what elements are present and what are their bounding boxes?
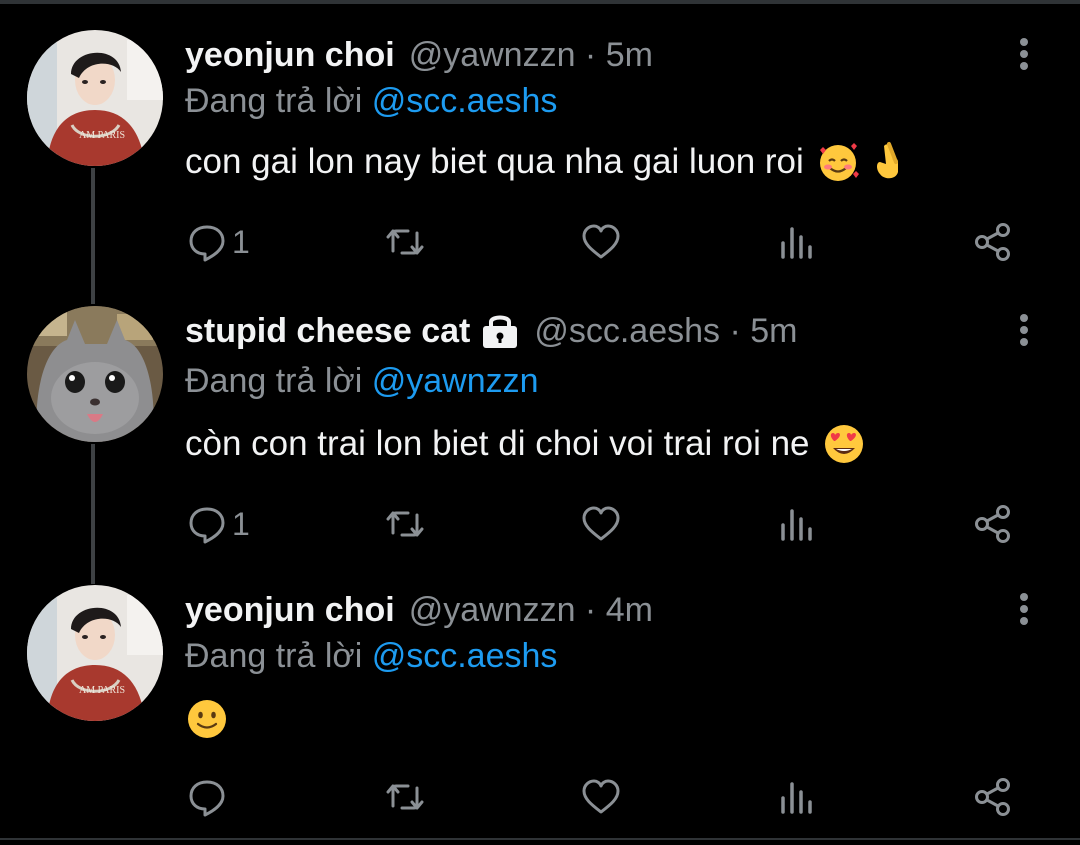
- like-button[interactable]: [580, 502, 622, 546]
- bar-chart-icon: [776, 776, 818, 818]
- lock-icon: [480, 312, 520, 350]
- crossed-fingers-icon: [866, 140, 910, 184]
- tweet-text: [185, 697, 229, 741]
- top-divider: [0, 0, 1080, 4]
- svg-text:AM PARIS: AM PARIS: [79, 130, 125, 141]
- smiling-face-with-hearts-icon: [816, 140, 860, 184]
- reply-count: 1: [232, 223, 250, 260]
- svg-text:AM PARIS: AM PARIS: [79, 685, 125, 696]
- replying-to: Đang trả lời @scc.aeshs: [185, 82, 557, 121]
- tweet-text: còn con trai lon biet di choi voi trai r…: [185, 422, 866, 466]
- handle-and-time: @yawnzzn · 4m: [408, 590, 653, 629]
- avatar[interactable]: AM PARIS: [27, 30, 163, 166]
- tweet-header: stupid cheese cat @scc.aeshs · 5m: [185, 306, 797, 356]
- reply-prefix: Đang trả lời: [185, 637, 363, 675]
- retweet-button[interactable]: [384, 220, 426, 264]
- retweet-icon: [384, 776, 426, 818]
- bar-chart-icon: [776, 503, 818, 545]
- more-options-icon[interactable]: [1014, 38, 1034, 76]
- reply-mention-link[interactable]: @scc.aeshs: [372, 82, 558, 120]
- share-icon: [972, 776, 1014, 818]
- reply-button[interactable]: 1: [186, 220, 250, 264]
- analytics-button[interactable]: [776, 220, 818, 264]
- tweet-header: yeonjun choi @yawnzzn · 5m: [185, 30, 653, 80]
- heart-icon: [580, 221, 622, 263]
- handle-and-time: @scc.aeshs · 5m: [534, 311, 798, 350]
- retweet-icon: [384, 503, 426, 545]
- retweet-button[interactable]: [384, 502, 426, 546]
- heart-icon: [580, 776, 622, 818]
- replying-to: Đang trả lời @yawnzzn: [185, 362, 539, 401]
- display-name[interactable]: yeonjun choi: [185, 591, 395, 630]
- avatar[interactable]: AM PARIS: [27, 585, 163, 721]
- tweet-header: yeonjun choi @yawnzzn · 4m: [185, 585, 653, 635]
- reply-button[interactable]: 1: [186, 502, 250, 546]
- more-options-icon[interactable]: [1014, 593, 1034, 631]
- tweet-actions: 1: [0, 220, 1080, 264]
- tweet-text: con gai lon nay biet qua nha gai luon ro…: [185, 140, 910, 184]
- tweet-actions: 1: [0, 502, 1080, 546]
- reply-count: 1: [232, 505, 250, 542]
- display-name[interactable]: stupid cheese cat: [185, 312, 470, 351]
- tweet-text-content: con gai lon nay biet qua nha gai luon ro…: [185, 142, 804, 181]
- analytics-button[interactable]: [776, 775, 818, 819]
- tweet-text-content: còn con trai lon biet di choi voi trai r…: [185, 424, 810, 463]
- reply-mention-link[interactable]: @scc.aeshs: [372, 637, 558, 675]
- share-icon: [972, 503, 1014, 545]
- like-button[interactable]: [580, 220, 622, 264]
- bar-chart-icon: [776, 221, 818, 263]
- reply-prefix: Đang trả lời: [185, 362, 363, 400]
- reply-icon: [186, 221, 228, 263]
- retweet-icon: [384, 221, 426, 263]
- share-icon: [972, 221, 1014, 263]
- handle-and-time: @yawnzzn · 5m: [408, 35, 653, 74]
- tweet-actions: [0, 775, 1080, 819]
- reply-button[interactable]: [186, 775, 228, 819]
- reply-mention-link[interactable]: @yawnzzn: [372, 362, 539, 400]
- heart-eyes-face-icon: [822, 422, 866, 466]
- retweet-button[interactable]: [384, 775, 426, 819]
- slightly-smiling-face-icon: [185, 697, 229, 741]
- avatar[interactable]: [27, 306, 163, 442]
- reply-icon: [186, 503, 228, 545]
- heart-icon: [580, 503, 622, 545]
- bottom-divider: [0, 838, 1080, 840]
- reply-icon: [186, 776, 228, 818]
- share-button[interactable]: [972, 220, 1014, 264]
- analytics-button[interactable]: [776, 502, 818, 546]
- share-button[interactable]: [972, 502, 1014, 546]
- share-button[interactable]: [972, 775, 1014, 819]
- display-name[interactable]: yeonjun choi: [185, 36, 395, 75]
- like-button[interactable]: [580, 775, 622, 819]
- more-options-icon[interactable]: [1014, 314, 1034, 352]
- replying-to: Đang trả lời @scc.aeshs: [185, 637, 557, 676]
- reply-prefix: Đang trả lời: [185, 82, 363, 120]
